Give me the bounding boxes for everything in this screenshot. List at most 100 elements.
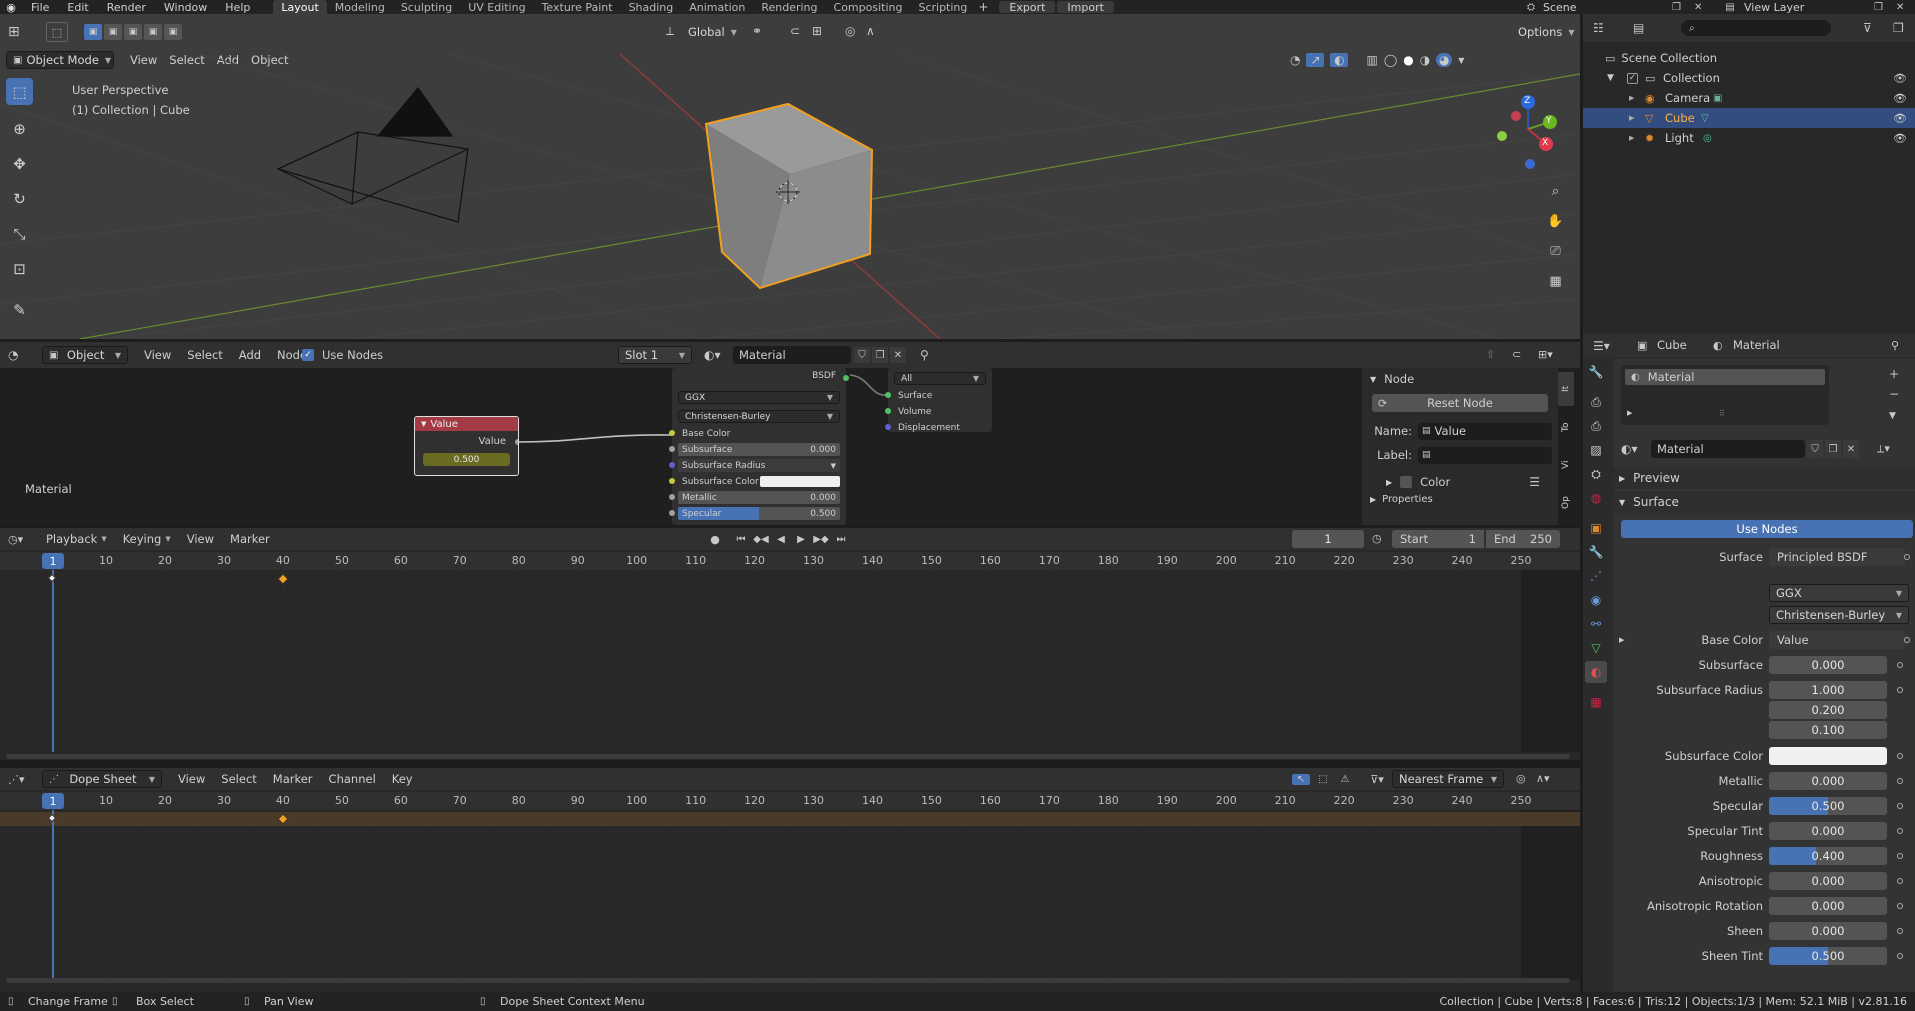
surface-panel-header[interactable]: ▼ Surface [1613,491,1915,513]
material-slot-list[interactable]: ◐ Material ▶ ⠿ [1621,365,1829,425]
outliner-collection[interactable]: ▼ ✓ ▭ Collection 👁 [1583,68,1915,88]
value-node[interactable]: ▼ Value Value 0.500 [414,416,519,476]
sidebar-tab-options[interactable]: Op [1558,486,1574,520]
transform-tool-icon[interactable]: ⊡ [6,255,33,282]
light-data-icon[interactable]: ◎ [1703,133,1712,144]
collection-checkbox[interactable]: ✓ [1627,72,1638,84]
output-input-surface[interactable]: Surface [885,389,992,402]
dope-sheet-menu-view[interactable]: View [170,772,213,786]
view-layer-tab-icon[interactable]: ▨ [1585,439,1607,461]
material-duplicate-icon[interactable]: ❐ [1825,440,1841,458]
dope-sheet-keyframe-area[interactable] [0,810,1580,980]
timeline[interactable]: ◷▾ Playback ▼ Keying ▼ View Marker ● ⏮ ◆◀ ◀ ▶… [0,528,1580,760]
color-checkbox[interactable] [1400,476,1413,488]
view-layer-copy-icon[interactable]: ❐ [1874,2,1883,13]
expand-arrow-icon[interactable]: ▶ [1619,636,1624,644]
material-slot-item[interactable]: ◐ Material [1625,369,1825,385]
output-input-displacement[interactable]: Displacement [885,421,992,434]
bsdf-input-socket[interactable] [669,446,675,452]
keyframe-marker[interactable] [47,573,57,583]
dope-sheet-menu-select[interactable]: Select [213,772,264,786]
dope-sheet-frame-ruler[interactable]: 10 20 30 40 50 60 70 80 90 100 110 120 130 140 150 160 1… [0,792,1580,810]
anisotropic-rotation-field[interactable]: 0.000 [1769,897,1887,915]
dope-sheet[interactable]: ⋰▾ ⋰ Dope Sheet ▼ View Select Marker Channel… [0,768,1580,992]
slot-specials-icon[interactable]: ▼ [1889,411,1896,421]
menu-help[interactable]: Help [216,1,259,14]
bsdf-input-socket[interactable] [669,478,675,484]
subsurface-radius-3-field[interactable]: 0.100 [1769,721,1887,739]
visibility-eye-icon[interactable]: 👁 [1893,112,1907,125]
sheen-tint-field[interactable]: 0.500 [1769,947,1887,965]
data-tab-icon[interactable]: ▽ [1585,637,1607,659]
filter-icon[interactable]: ⊽ [1863,21,1872,35]
base-color-field[interactable]: Value [1769,631,1905,649]
bsdf-input-subsurface-radius[interactable]: Subsurface Radius ▼ [669,459,840,472]
subsurface-color-swatch[interactable] [1769,747,1887,765]
outliner-root[interactable]: ▭ Scene Collection [1605,48,1717,68]
mesh-data-icon[interactable]: ▽ [1701,113,1709,124]
node-name-input[interactable]: ▤ Value [1418,422,1552,440]
rotate-tool-icon[interactable]: ↻ [6,185,33,212]
timeline-menu-view[interactable]: View [179,532,222,546]
subsurface-radius-field[interactable]: 1.000 [1769,681,1887,699]
play-icon[interactable]: ▶ [792,534,810,545]
color-list-icon[interactable]: ☰ [1529,475,1540,489]
dope-sheet-scrollbar[interactable] [6,978,1570,983]
particles-tab-icon[interactable]: ⋰ [1585,565,1607,587]
dope-sheet-mode-dropdown[interactable]: ⋰ Dope Sheet ▼ [42,770,162,788]
expand-arrow-icon[interactable]: ▶ [1629,94,1634,102]
context-object-label[interactable]: Cube [1657,338,1687,352]
scene-selector[interactable]: ⛭ Scene [1523,0,1577,14]
cube-object[interactable] [704,102,874,290]
navigation-gizmo[interactable]: Z Y X [1490,84,1566,174]
collection-visibility-icon[interactable]: 👁 [1893,72,1907,85]
bsdf-input-subsurface-color[interactable]: Subsurface Color [669,475,840,488]
use-preview-range-icon[interactable]: ◷ [1372,532,1382,545]
link-socket-icon[interactable] [1897,662,1903,668]
output-input-volume[interactable]: Volume [885,405,992,418]
output-target-dropdown[interactable]: All ▼ [894,372,986,385]
bsdf-output-socket[interactable] [843,375,849,381]
roughness-field[interactable]: 0.400 [1769,847,1887,865]
constraints-tab-icon[interactable]: ⚯ [1585,613,1607,635]
menu-window[interactable]: Window [155,1,216,14]
timeline-menu-marker[interactable]: Marker [222,532,278,546]
pan-hand-icon[interactable]: ✋ [1542,208,1569,235]
visibility-eye-icon[interactable]: 👁 [1893,92,1907,105]
timeline-menu-playback[interactable]: Playback ▼ [38,532,115,546]
dope-sheet-menu-channel[interactable]: Channel [321,772,384,786]
link-socket-icon[interactable] [1897,953,1903,959]
bsdf-input-socket[interactable] [669,494,675,500]
keyframe-marker[interactable] [277,573,289,585]
value-node-header[interactable]: ▼ Value [415,417,518,431]
summary-channel-row[interactable] [0,812,1580,826]
anisotropic-field[interactable]: 0.000 [1769,872,1887,890]
tab-sculpting[interactable]: Sculpting [393,0,460,14]
output-input-socket[interactable] [885,392,891,398]
tab-animation[interactable]: Animation [681,0,753,14]
list-resize-handle-icon[interactable]: ⠿ [1719,409,1725,418]
object-tab-icon[interactable]: ▣ [1585,517,1607,539]
show-hidden-icon[interactable]: ⬚ [1314,774,1332,785]
material-fake-user-icon[interactable]: ⛉ [1807,440,1823,458]
collapse-arrow-icon[interactable]: ▼ [1607,73,1614,83]
timeline-keyframe-area[interactable] [0,570,1580,752]
outliner-editor-icon[interactable]: ☷ [1593,21,1604,35]
display-mode-icon[interactable]: ▤ [1633,21,1644,35]
subsurface-radius-2-field[interactable]: 0.200 [1769,701,1887,719]
new-collection-icon[interactable]: ❐ [1893,21,1904,35]
metallic-field[interactable]: 0.000 [1769,772,1887,790]
expand-arrow-icon[interactable]: ▶ [1629,114,1634,122]
value-output-socket[interactable] [515,439,518,445]
value-node-field[interactable]: 0.500 [423,453,510,466]
view-layer-selector[interactable]: ▤ View Layer [1722,0,1804,14]
sidebar-tab-item[interactable]: It [1558,372,1574,406]
camera-view-icon[interactable]: ⎚ [1542,238,1569,265]
node-label-input[interactable]: ▤ [1418,446,1552,464]
tab-scripting[interactable]: Scripting [910,0,975,14]
link-socket-icon[interactable] [1897,778,1903,784]
tab-uv-editing[interactable]: UV Editing [460,0,533,14]
ortho-toggle-icon[interactable]: ▦ [1542,268,1569,295]
annotate-tool-icon[interactable]: ✎ [6,296,33,323]
link-socket-icon[interactable] [1897,753,1903,759]
